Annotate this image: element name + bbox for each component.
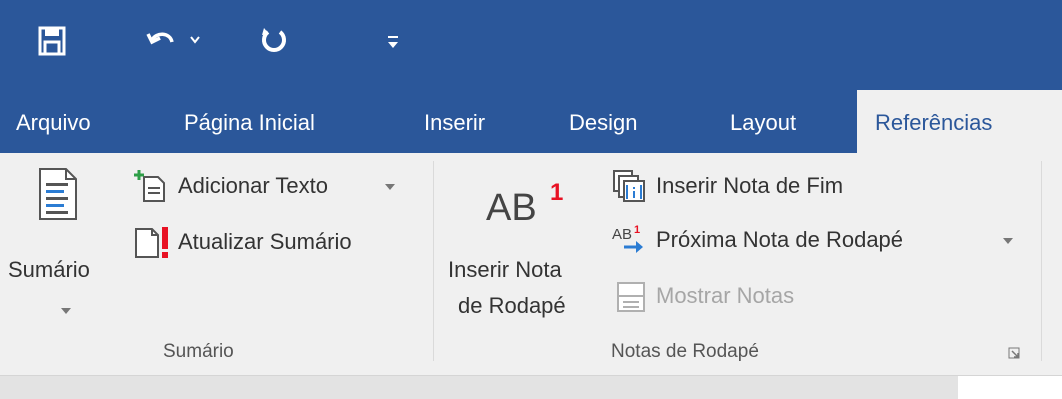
tab-referencias-label: Referências [875,110,993,135]
next-footnote-label: Próxima Nota de Rodapé [656,227,904,252]
toc-button-label: Sumário [8,257,90,282]
add-text-label: Adicionar Texto [178,173,329,198]
save-icon[interactable] [38,26,66,56]
next-footnote-icon: AB 1 [612,223,654,257]
add-text-icon [134,169,168,203]
group-separator-right [1041,161,1042,361]
insert-footnote-label-line2: de Rodapé [458,293,566,318]
document-area [0,376,1062,399]
add-text-button[interactable]: Adicionar Texto [132,169,412,205]
footnote-icon: AB 1 [486,179,563,230]
toc-dropdown-icon [60,307,72,315]
customize-qat-icon[interactable] [386,34,400,50]
footnote-icon-text: AB [486,187,537,229]
tab-referencias[interactable]: Referências [857,90,1062,153]
update-toc-label: Atualizar Sumário [178,229,352,254]
show-notes-label: Mostrar Notas [656,283,795,308]
undo-icon[interactable] [146,26,178,56]
toc-icon [38,167,78,221]
update-toc-button[interactable]: Atualizar Sumário [132,225,412,261]
next-footnote-dropdown-icon [1002,237,1014,245]
tab-design[interactable]: Design [569,90,637,153]
ribbon-panel: Sumário Adicionar Texto Atualizar Sumári… [0,153,1062,376]
tab-layout[interactable]: Layout [730,90,796,153]
insert-endnote-icon [612,169,654,203]
document-page[interactable] [958,376,1062,399]
tab-pagina-inicial[interactable]: Página Inicial [184,90,315,153]
undo-dropdown-icon[interactable] [190,36,200,44]
show-notes-button[interactable]: Mostrar Notas [610,279,910,315]
group-separator [433,161,434,361]
group-label-sumario: Sumário [163,341,234,362]
insert-endnote-button[interactable]: Inserir Nota de Fim [610,169,910,205]
footnote-icon-superscript: 1 [550,179,564,206]
ribbon-tabs: Arquivo Página Inicial Inserir Design La… [0,90,1062,153]
next-footnote-button[interactable]: AB 1 Próxima Nota de Rodapé [610,223,1030,259]
tab-inserir[interactable]: Inserir [424,90,485,153]
insert-footnote-button[interactable]: AB 1 Inserir Nota de Rodapé [440,165,604,335]
show-notes-icon [614,281,648,313]
tab-arquivo[interactable]: Arquivo [16,90,91,153]
insert-endnote-label: Inserir Nota de Fim [656,173,844,198]
repeat-icon[interactable] [258,24,290,56]
svg-text:AB: AB [612,226,632,243]
toc-button[interactable]: Sumário [8,159,126,329]
add-text-dropdown-icon [384,183,396,191]
svg-text:1: 1 [634,224,640,236]
insert-footnote-label-line1: Inserir Nota [448,257,562,282]
quick-access-toolbar [0,0,1062,90]
group-label-notas-de-rodape: Notas de Rodapé [611,341,759,362]
update-toc-icon [134,225,174,259]
dialog-launcher-icon[interactable] [1008,347,1020,359]
